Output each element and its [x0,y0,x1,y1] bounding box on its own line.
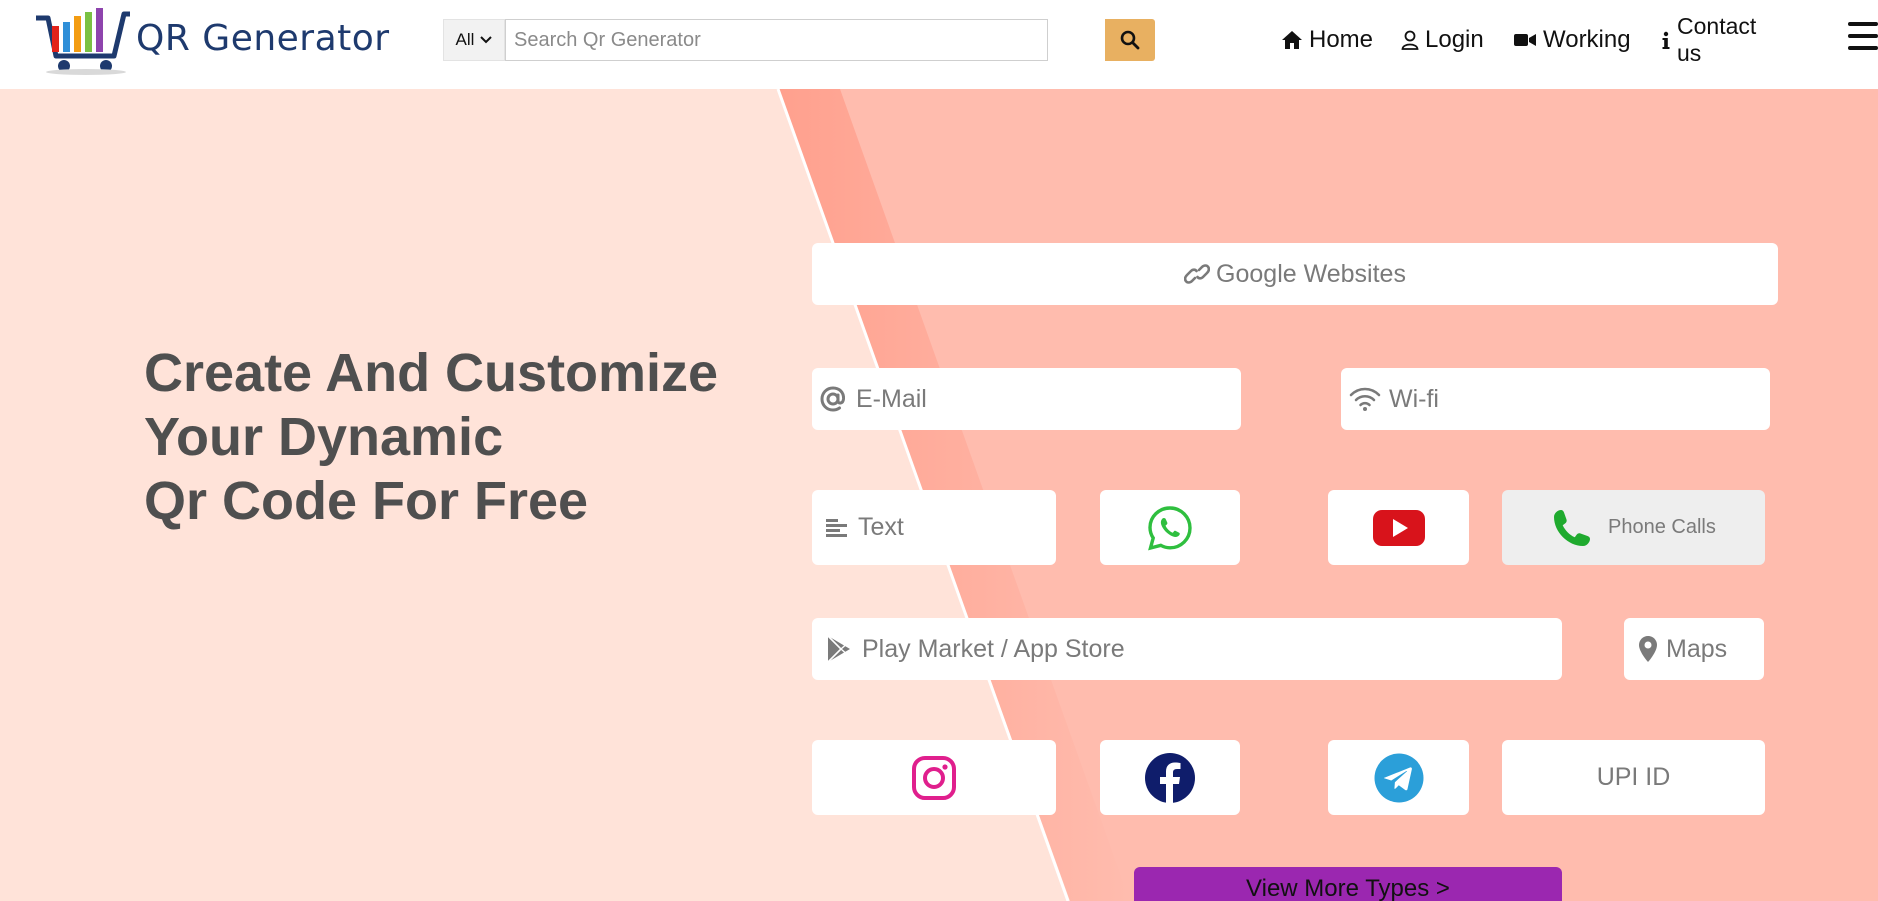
type-facebook-button[interactable] [1100,740,1240,815]
home-icon [1282,31,1302,49]
nav-working[interactable]: Working [1513,0,1631,80]
view-more-types-button[interactable]: View More Types > [1134,867,1562,901]
google-play-icon [827,635,850,663]
type-whatsapp-button[interactable] [1100,490,1240,565]
hamburger-menu-icon[interactable] [1848,22,1878,58]
type-youtube-button[interactable] [1328,490,1469,565]
type-phone-calls-button[interactable]: Phone Calls [1502,490,1765,565]
type-play-market-button[interactable]: Play Market / App Store [812,618,1562,680]
headline-line-3: Qr Code For Free [144,471,589,531]
type-wifi-button[interactable]: Wi-fi [1341,368,1770,430]
search-category-select[interactable]: All [443,19,505,61]
hero-section: Create And Customize Your Dynamic Qr Cod… [0,89,1878,901]
search-bar: All [443,19,1155,61]
type-maps-label: Maps [1666,634,1728,663]
type-maps-button[interactable]: Maps [1624,618,1764,680]
type-wifi-label: Wi-fi [1389,384,1439,413]
search-icon [1120,30,1140,50]
headline-line-1: Create And Customize [144,343,719,403]
at-icon [820,386,846,412]
nav-login-label: Login [1425,26,1484,53]
top-navbar: QR Generator All Home Login Working Cont… [0,0,1878,89]
facebook-icon [1145,752,1195,804]
type-telegram-button[interactable] [1328,740,1469,815]
type-email-button[interactable]: E-Mail [812,368,1241,430]
info-icon [1662,31,1670,49]
whatsapp-icon [1148,505,1192,550]
telegram-icon [1374,753,1423,802]
nav-working-label: Working [1543,26,1631,53]
video-camera-icon [1514,34,1536,46]
brand-name[interactable]: QR Generator [136,18,390,59]
type-google-websites-button[interactable]: Google Websites [812,243,1778,305]
headline-line-2: Your Dynamic [144,407,504,467]
nav-home-label: Home [1309,26,1374,53]
nav-home[interactable]: Home [1281,0,1373,80]
search-input[interactable] [505,19,1048,61]
type-text-button[interactable]: Text [812,490,1056,565]
hero-headline: Create And Customize Your Dynamic Qr Cod… [144,341,718,533]
search-button[interactable] [1105,19,1155,61]
type-phone-calls-label: Phone Calls [1608,516,1716,538]
search-category-label: All [455,30,475,49]
nav-login[interactable]: Login [1401,0,1484,80]
user-icon [1401,30,1419,50]
wifi-icon [1349,387,1381,411]
type-upi-id-label: UPI ID [1596,763,1671,791]
type-text-label: Text [858,513,904,541]
phone-icon [1554,509,1590,546]
chevron-down-icon [480,36,493,44]
type-google-websites-label: Google Websites [1216,259,1406,288]
type-email-label: E-Mail [856,384,927,413]
instagram-icon [912,755,956,800]
nav-contact[interactable]: Contact us [1661,0,1769,80]
map-pin-icon [1639,636,1657,662]
youtube-icon [1372,509,1425,546]
type-upi-id-button[interactable]: UPI ID [1502,740,1765,815]
nav-contact-label: Contact us [1677,13,1757,66]
shopping-cart-logo-icon[interactable] [34,4,130,76]
align-left-icon [826,518,847,537]
type-play-market-label: Play Market / App Store [862,634,1125,663]
type-instagram-button[interactable] [812,740,1056,815]
link-icon [1184,264,1211,284]
